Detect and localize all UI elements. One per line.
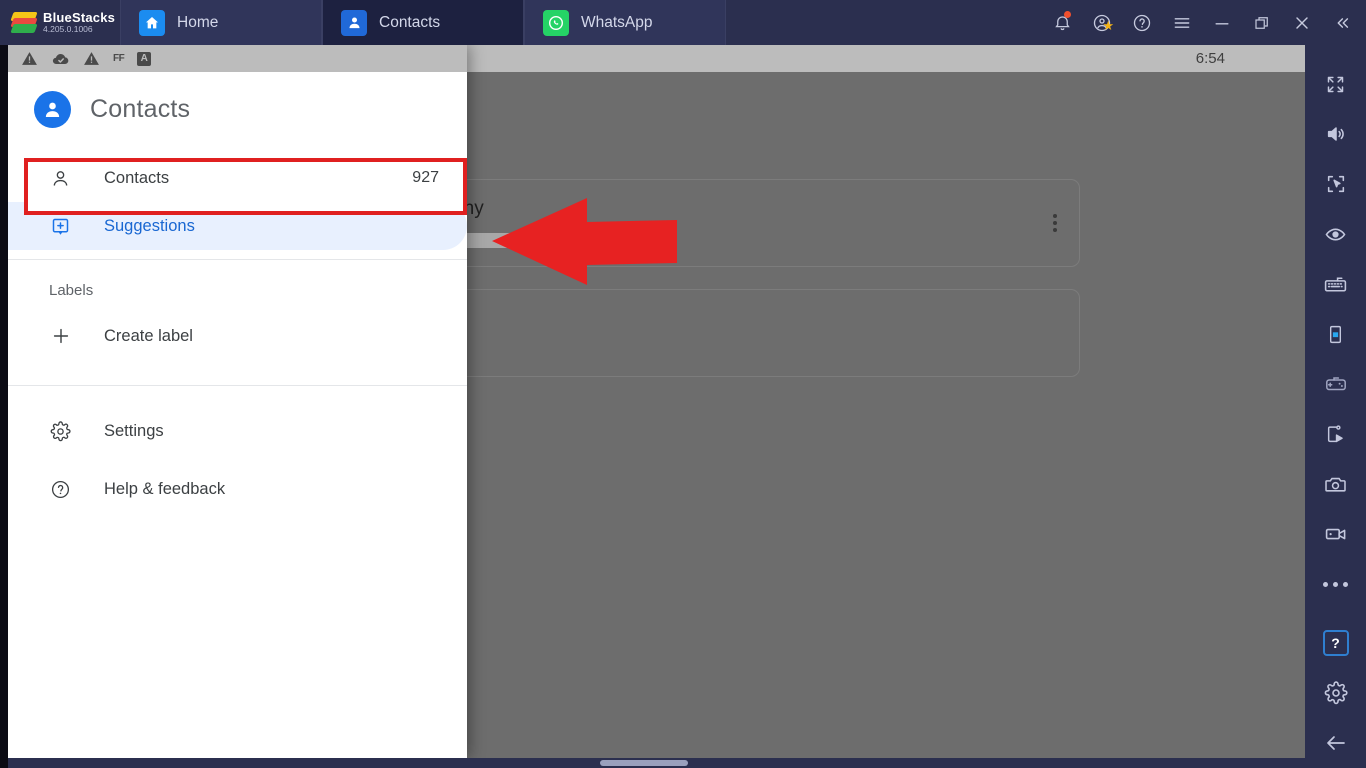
contacts-count-badge: 927 (412, 169, 439, 186)
sidebar-item-help-feedback[interactable]: Help & feedback (8, 465, 467, 513)
labels-section-heading: Labels (49, 282, 94, 299)
brand-version: 4.205.0.1006 (43, 23, 93, 34)
navigation-drawer: FF A Contacts Contacts 927 Suggestions L… (8, 45, 467, 758)
brand-name: BlueStacks (43, 10, 116, 26)
bluestacks-logo-icon (10, 11, 38, 35)
keyboard-icon[interactable] (1305, 259, 1366, 309)
multi-point-click-icon[interactable] (1305, 159, 1366, 209)
horizontal-scrollbar[interactable] (8, 758, 1305, 768)
whatsapp-icon (543, 9, 569, 36)
help-circle-icon[interactable] (1122, 0, 1162, 45)
tab-contacts[interactable]: Contacts (322, 0, 524, 45)
contacts-icon (341, 9, 367, 36)
person-outline-icon (49, 168, 72, 189)
back-arrow-icon[interactable] (1305, 718, 1366, 768)
minimize-icon[interactable] (1202, 0, 1242, 45)
fullscreen-icon[interactable] (1305, 59, 1366, 109)
help-circle-icon (49, 479, 72, 500)
bluestacks-brand: BlueStacks 4.205.0.1006 (0, 0, 120, 45)
tab-whatsapp-label: WhatsApp (581, 13, 653, 31)
settings-gear-icon[interactable] (1305, 668, 1366, 718)
scrollbar-thumb[interactable] (600, 760, 688, 766)
create-label-text: Create label (104, 326, 193, 345)
cloud-check-icon (51, 49, 70, 68)
gamepad-icon[interactable] (1305, 359, 1366, 409)
sidebar-item-settings[interactable]: Settings (8, 407, 467, 455)
more-dots-icon[interactable] (1305, 559, 1366, 609)
sidebar-item-suggestions-label: Suggestions (104, 216, 195, 235)
warning-triangle-icon (21, 50, 38, 67)
tab-home[interactable]: Home (120, 0, 322, 45)
volume-icon[interactable] (1305, 109, 1366, 159)
emulator-stage: FF A 6:54 vei - Dorothy d up to @gmail.c… (0, 45, 1305, 768)
suggestions-box-icon (49, 216, 72, 237)
drawer-title: Contacts (90, 94, 191, 123)
tab-home-label: Home (177, 13, 219, 31)
annotation-arrow-icon (492, 198, 677, 285)
google-contacts-avatar-icon (34, 90, 71, 128)
plus-icon (49, 325, 72, 347)
drawer-header: Contacts (8, 72, 467, 146)
close-icon[interactable] (1282, 0, 1322, 45)
screenshot-camera-icon[interactable] (1305, 459, 1366, 509)
drawer-nav-list: Contacts 927 Suggestions Labels Create l… (8, 146, 467, 513)
sidebar-item-contacts[interactable]: Contacts 927 (8, 154, 467, 202)
notifications-bell-icon[interactable] (1042, 0, 1082, 45)
home-icon (139, 9, 165, 36)
maximize-restore-icon[interactable] (1242, 0, 1282, 45)
macro-play-icon[interactable] (1305, 409, 1366, 459)
rotate-portrait-icon[interactable] (1305, 309, 1366, 359)
eye-icon[interactable] (1305, 209, 1366, 259)
bluestacks-side-toolbar: ? (1305, 45, 1366, 768)
app-root: BlueStacks 4.205.0.1006 Home Contacts Wh… (0, 0, 1366, 768)
tab-contacts-label: Contacts (379, 13, 441, 31)
bluestacks-titlebar: BlueStacks 4.205.0.1006 Home Contacts Wh… (0, 0, 1366, 45)
help-question-label: ? (1322, 630, 1349, 656)
video-record-icon[interactable] (1305, 509, 1366, 559)
account-star-icon[interactable]: ★ (1082, 0, 1122, 45)
tab-whatsapp[interactable]: WhatsApp (524, 0, 726, 45)
tab-strip: Home Contacts WhatsApp (120, 0, 726, 45)
drawer-status-bar: FF A (8, 45, 467, 72)
sidebar-item-help-feedback-label: Help & feedback (104, 479, 226, 498)
star-icon: ★ (1102, 18, 1114, 33)
sidebar-item-contacts-label: Contacts (104, 168, 170, 187)
gear-icon (49, 420, 72, 442)
sidebar-item-settings-label: Settings (104, 421, 164, 440)
notification-dot (1064, 11, 1071, 18)
kebab-menu-icon[interactable] (1053, 214, 1057, 232)
window-controls: ★ (1042, 0, 1366, 45)
hamburger-menu-icon[interactable] (1162, 0, 1202, 45)
a-box-icon: A (137, 51, 152, 66)
help-question-icon[interactable]: ? (1305, 618, 1366, 668)
warning-triangle-icon (83, 50, 100, 67)
android-screen: FF A 6:54 vei - Dorothy d up to @gmail.c… (8, 45, 1305, 758)
sidebar-item-create-label[interactable]: Create label (8, 312, 467, 360)
ff-text-icon: FF (113, 53, 125, 64)
status-bar-clock: 6:54 (1195, 50, 1225, 67)
collapse-chevrons-icon[interactable] (1322, 0, 1362, 45)
